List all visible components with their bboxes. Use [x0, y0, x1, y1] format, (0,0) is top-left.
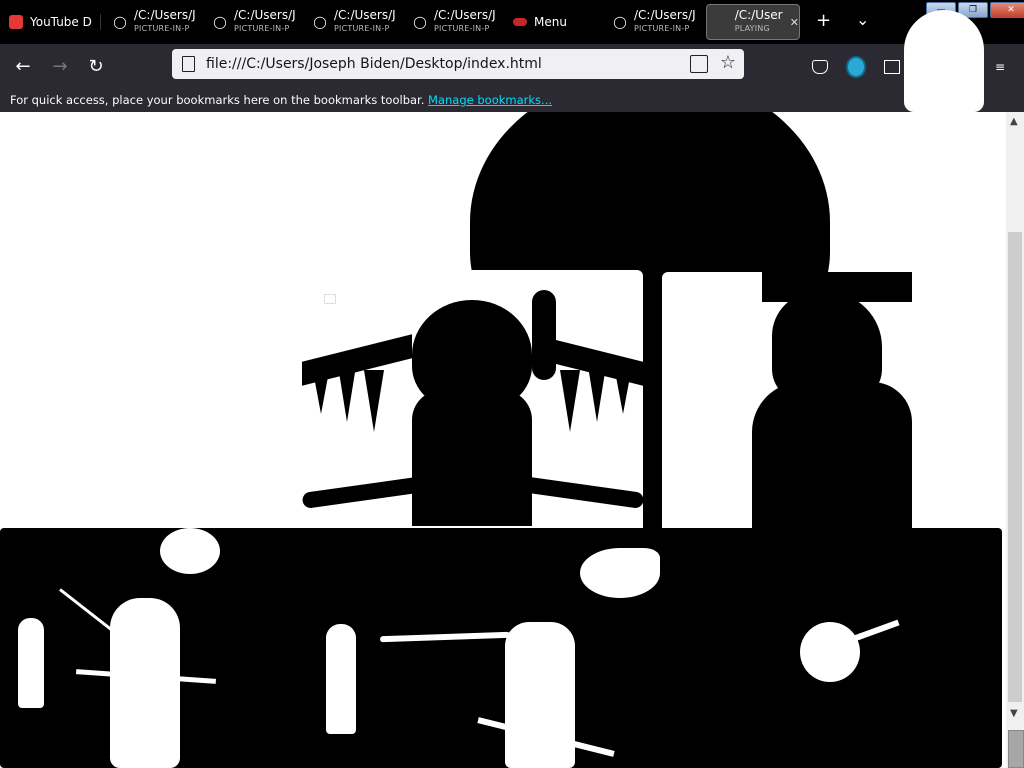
ghost-silhouette [580, 548, 660, 598]
tab-subtitle: PLAYING [734, 24, 770, 33]
globe-icon: ◯ [613, 15, 627, 29]
tab-separator [100, 14, 101, 30]
url-text: file:///C:/Users/Joseph Biden/Desktop/in… [206, 56, 542, 72]
page-content [0, 112, 1006, 768]
navigation-toolbar: ← → ↻ file:///C:/Users/Joseph Biden/Desk… [0, 44, 1024, 88]
globe-icon: ◯ [313, 15, 327, 29]
vertical-scrollbar[interactable]: ▲ ▼ [1006, 112, 1024, 768]
tab-subtitle: PICTURE-IN-P [634, 24, 690, 33]
swordswoman-silhouette [110, 598, 180, 768]
reload-button[interactable]: ↻ [84, 54, 108, 78]
sword-silhouette [379, 631, 511, 643]
right-arm-silhouette [513, 475, 643, 509]
scrollbar-thumb[interactable] [1008, 730, 1024, 768]
browser-window: YouTube D ◯ /C:/Users/J PICTURE-IN-P ◯ /C… [0, 0, 1024, 768]
tab-pip-3[interactable]: ◯ /C:/Users/J PICTURE-IN-P [312, 4, 396, 40]
tab-subtitle: PICTURE-IN-P [334, 24, 390, 33]
pip-video-window-1[interactable] [302, 270, 643, 526]
overlay-character-silhouette [904, 10, 984, 112]
wing-crystal [588, 366, 606, 422]
pip-expand-icon[interactable] [324, 294, 336, 304]
bookmark-star-icon[interactable]: ☆ [720, 52, 736, 73]
tab-title: /C:/Users/J [434, 9, 496, 22]
back-button[interactable]: ← [11, 54, 35, 78]
swordswoman-silhouette [505, 622, 575, 768]
address-bar[interactable]: file:///C:/Users/Joseph Biden/Desktop/in… [172, 49, 744, 79]
tab-menu[interactable]: Menu [512, 4, 596, 40]
close-tab-button[interactable]: ✕ [790, 16, 799, 29]
manage-bookmarks-link[interactable]: Manage bookmarks... [428, 93, 552, 107]
youtube-downloader-icon [8, 14, 24, 30]
list-all-tabs-button[interactable]: ⌄ [856, 10, 869, 29]
tab-pip-2[interactable]: ◯ /C:/Users/J PICTURE-IN-P [212, 4, 296, 40]
scroll-up-arrow-icon[interactable]: ▲ [1010, 116, 1018, 127]
standing-figure-silhouette [326, 624, 356, 734]
wing-crystal [364, 370, 384, 432]
menu-icon[interactable]: ≡ [990, 57, 1010, 77]
tab-pip-5[interactable]: ◯ /C:/Users/J PICTURE-IN-P [612, 4, 696, 40]
new-tab-button[interactable]: + [816, 10, 831, 31]
tab-playing-active[interactable]: /C:/User PLAYING ✕ [706, 4, 800, 40]
tab-youtube-downloader[interactable]: YouTube D [8, 4, 94, 40]
tab-title: /C:/Users/J [234, 9, 296, 22]
tab-subtitle: PICTURE-IN-P [434, 24, 490, 33]
tab-title: Menu [534, 15, 567, 29]
video-player-area[interactable] [0, 528, 1002, 768]
forward-button[interactable]: → [48, 54, 72, 78]
scroll-down-arrow-icon[interactable]: ▼ [1010, 708, 1018, 719]
pip-video-window-2[interactable] [662, 272, 912, 528]
globe-icon: ◯ [113, 15, 127, 29]
ghost-tail-silhouette [850, 619, 900, 643]
tab-title: YouTube D [30, 15, 92, 29]
page-icon [182, 56, 195, 72]
tab-pip-4[interactable]: ◯ /C:/Users/J PICTURE-IN-P [412, 4, 496, 40]
pocket-icon[interactable] [810, 57, 830, 77]
reader-view-icon[interactable] [690, 55, 708, 73]
bookmarks-toolbar-message: For quick access, place your bookmarks h… [10, 93, 552, 107]
tab-bar: YouTube D ◯ /C:/Users/J PICTURE-IN-P ◯ /C… [0, 0, 1024, 44]
speaker-icon [713, 14, 729, 30]
tab-title: /C:/Users/J [334, 9, 396, 22]
wing-crystal [338, 366, 356, 422]
tab-subtitle: PICTURE-IN-P [134, 24, 190, 33]
globe-icon: ◯ [413, 15, 427, 29]
character-body-silhouette [752, 382, 912, 528]
bookmarks-toolbar: For quick access, place your bookmarks h… [0, 88, 1024, 113]
ghost-silhouette [160, 528, 220, 574]
container-icon[interactable] [882, 57, 902, 77]
tab-pip-1[interactable]: ◯ /C:/Users/J PICTURE-IN-P [112, 4, 196, 40]
tab-subtitle: PICTURE-IN-P [234, 24, 290, 33]
wing-crystal [312, 366, 330, 414]
wing-crystal [614, 366, 632, 414]
ghost-silhouette [800, 622, 860, 682]
tab-title: /C:/Users/J [134, 9, 196, 22]
tab-title: /C:/User [734, 9, 783, 22]
close-window-button[interactable]: ✕ [990, 2, 1024, 18]
bookmarks-hint-text: For quick access, place your bookmarks h… [10, 93, 425, 107]
tab-title: /C:/Users/J [634, 9, 696, 22]
browser-extension-icon[interactable] [846, 56, 866, 78]
pip-gap [643, 270, 662, 530]
globe-icon: ◯ [213, 15, 227, 29]
standing-figure-silhouette [18, 618, 44, 708]
scrollbar-track-segment[interactable] [1008, 232, 1022, 702]
menu-icon [512, 14, 528, 30]
character-body-silhouette [412, 390, 532, 526]
wing-crystal [560, 370, 580, 432]
